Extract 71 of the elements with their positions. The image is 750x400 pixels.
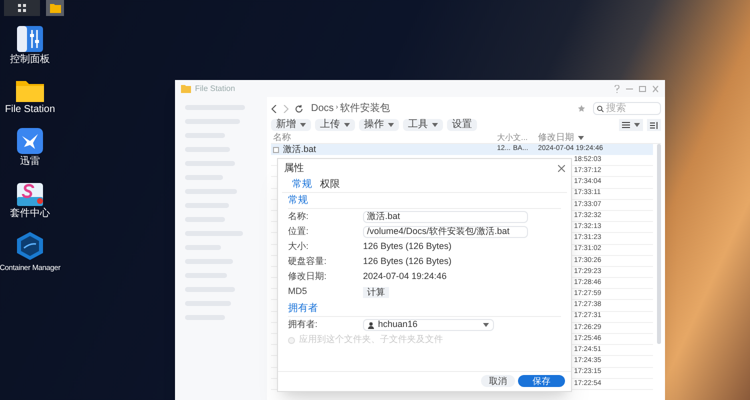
folder-icon — [50, 4, 60, 12]
toolbar-button[interactable]: 操作 — [359, 119, 399, 131]
field-value: 2024-07-04 19:24:46 — [363, 270, 447, 284]
desktop-icon-label[interactable]: 迅雷 — [20, 156, 40, 167]
help-icon[interactable] — [614, 84, 620, 92]
file-name: 激活.bat — [283, 142, 318, 156]
field-label: 位置: — [288, 225, 310, 238]
section-heading: 常规 — [288, 193, 561, 209]
caret-icon — [300, 123, 306, 127]
row-checkbox[interactable] — [273, 146, 279, 152]
bird-icon — [17, 128, 43, 154]
back-icon[interactable] — [271, 104, 277, 112]
refresh-icon[interactable] — [295, 104, 303, 112]
column-header[interactable]: 修改日期 — [538, 131, 584, 145]
desktop-icon-label[interactable]: 控制面板 — [10, 54, 50, 65]
search-field[interactable]: 搜索 — [593, 102, 661, 115]
column-header[interactable]: 大小 — [497, 132, 513, 144]
field-value: 126 Bytes (126 Bytes) — [363, 255, 452, 268]
text-field[interactable]: 激活.bat — [363, 211, 528, 223]
caret-icon — [483, 322, 489, 327]
desktop-icon-label[interactable]: 套件中心 — [10, 208, 50, 219]
hexagon-icon — [17, 232, 43, 260]
cancel-button[interactable]: 取消 — [481, 375, 515, 387]
sort-button[interactable] — [647, 119, 661, 131]
owner-dropdown[interactable]: hchuan16 — [363, 319, 494, 331]
grid-icon — [18, 4, 26, 12]
store-icon — [17, 180, 43, 206]
maximize-icon[interactable] — [639, 84, 646, 92]
caret-icon — [634, 123, 640, 127]
toolbar-button[interactable]: 工具 — [403, 119, 443, 131]
sort-icon — [650, 122, 658, 128]
column-header[interactable]: 名称 — [271, 131, 497, 145]
section-heading: 拥有者 — [288, 301, 561, 317]
view-toggle-button[interactable] — [619, 119, 643, 131]
toolbar-button[interactable]: 上传 — [315, 119, 355, 131]
path-segment[interactable]: Docs — [311, 101, 334, 116]
field-label: MD5 — [288, 285, 308, 298]
save-button[interactable]: 保存 — [518, 375, 565, 387]
caret-icon — [578, 136, 584, 140]
field-label: 拥有者: — [288, 318, 319, 332]
column-header[interactable]: 文... — [513, 132, 538, 144]
dialog-tab[interactable]: 权限 — [320, 177, 340, 192]
caret-icon — [388, 123, 394, 127]
window-title: File Station — [195, 82, 236, 94]
toolbar-button[interactable]: 设置 — [447, 119, 477, 131]
field-label: 名称: — [288, 210, 310, 224]
close-icon[interactable] — [558, 164, 565, 172]
folder-icon — [181, 84, 191, 92]
star-icon[interactable] — [578, 105, 585, 112]
desktop-icon-label[interactable]: File Station — [4, 104, 56, 115]
forward-icon[interactable] — [283, 104, 289, 112]
folder-icon — [16, 78, 44, 102]
user-icon — [368, 322, 374, 328]
search-input[interactable]: 搜索 — [606, 101, 657, 116]
field-label: 硬盘容量: — [288, 255, 328, 268]
dialog-title: 属性 — [284, 162, 304, 176]
search-icon — [597, 104, 604, 112]
close-icon[interactable] — [652, 84, 659, 92]
field-value: 126 Bytes (126 Bytes) — [363, 240, 452, 254]
sliders-icon — [17, 26, 43, 52]
calculate-button[interactable]: 计算 — [363, 286, 389, 298]
field-label: 修改日期: — [288, 270, 328, 284]
path-segment[interactable]: 软件安装包 — [340, 101, 390, 116]
caret-icon — [344, 123, 350, 127]
list-icon — [622, 122, 630, 128]
dropdown-value: hchuan16 — [378, 318, 418, 332]
field-label: 大小: — [288, 240, 310, 254]
dialog-tab[interactable]: 常规 — [292, 177, 312, 192]
taskbar-button[interactable] — [4, 0, 40, 16]
caret-icon — [432, 123, 438, 127]
toolbar-button[interactable]: 新增 — [271, 119, 311, 131]
